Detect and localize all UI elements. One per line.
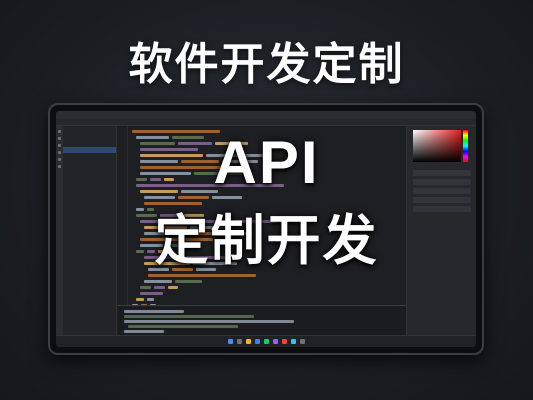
code-token [168, 286, 178, 289]
terminal-line [124, 315, 254, 318]
app-icon[interactable] [281, 339, 287, 344]
code-token [140, 292, 163, 295]
banner-title: 软件开发定制 [128, 39, 405, 90]
app-icon[interactable] [263, 339, 269, 344]
code-token [144, 280, 172, 283]
app-icon[interactable] [299, 339, 305, 344]
terminal-line [124, 320, 294, 323]
folder-icon[interactable] [245, 339, 251, 344]
ide-icon[interactable] [290, 339, 296, 344]
overlay-title-api: API [213, 129, 320, 196]
start-icon[interactable] [227, 339, 233, 344]
taskbar [56, 335, 476, 347]
terminal-line [124, 310, 184, 313]
ide-titlebar [56, 111, 476, 119]
code-token [147, 298, 154, 301]
app-icon[interactable] [272, 339, 278, 344]
search-icon[interactable] [236, 339, 242, 344]
code-token [154, 286, 165, 289]
code-token [136, 298, 144, 301]
terminal-line [124, 330, 164, 333]
ide-toolbar [56, 119, 476, 126]
overlay-title-custom-dev: 定制开发 [154, 209, 379, 272]
code-token [175, 280, 202, 283]
terminal-line [128, 325, 238, 328]
terminal-panel[interactable] [118, 305, 406, 335]
code-token [140, 286, 151, 289]
browser-icon[interactable] [254, 339, 260, 344]
